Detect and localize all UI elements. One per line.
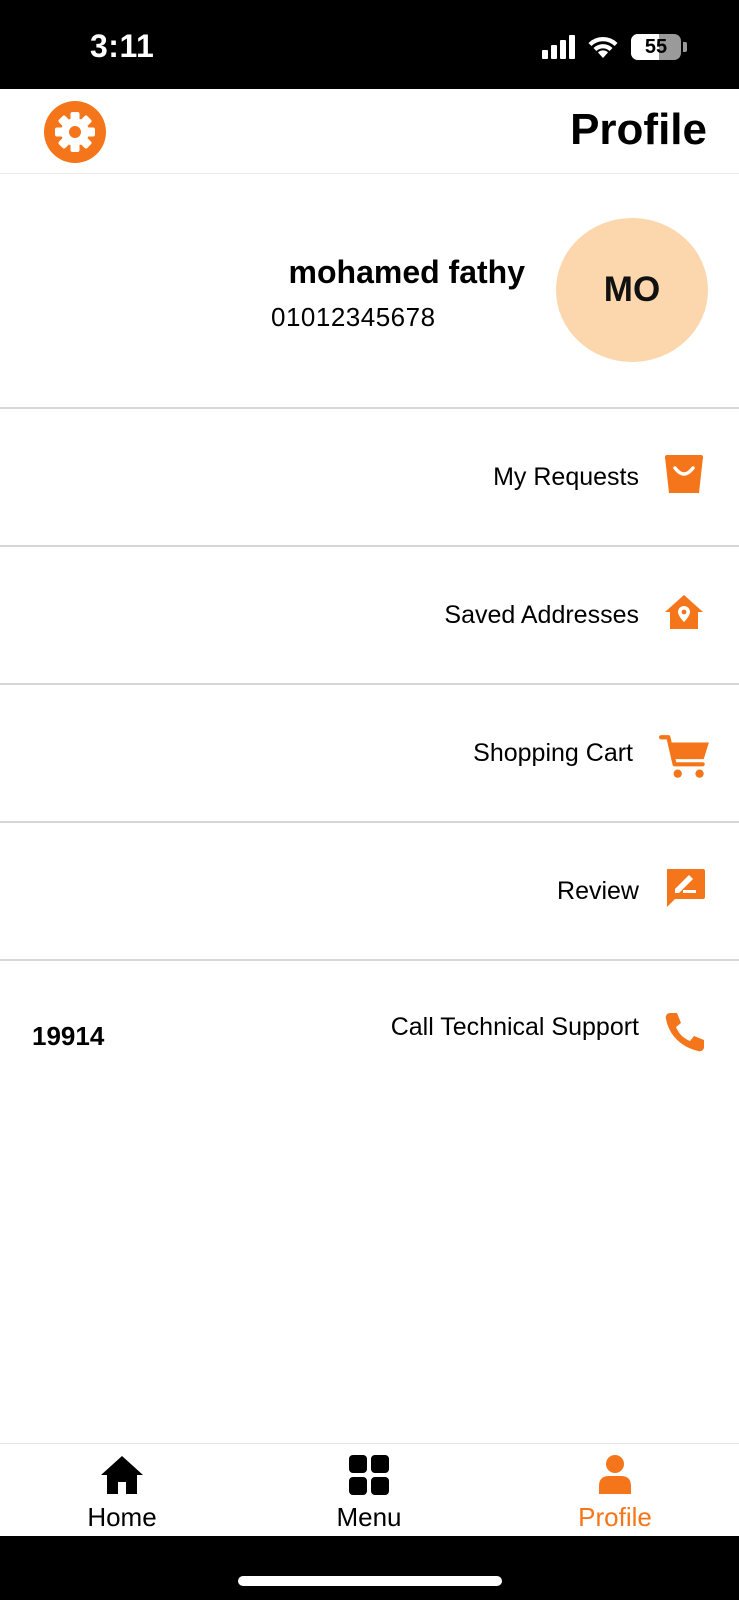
menu-item-label: Shopping Cart [473,739,633,767]
wifi-icon [588,36,618,58]
tab-label: Home [87,1502,157,1532]
menu-item-label: Saved Addresses [444,601,639,629]
support-number: 19914 [32,1021,105,1051]
grid-icon [349,1455,389,1495]
header: Profile [0,89,739,174]
gear-icon[interactable] [44,101,106,163]
menu-item-label: Review [557,877,639,905]
phone-icon [665,1013,704,1052]
user-phone: 01012345678 [271,302,436,332]
profile-card: mohamed fathy 01012345678 MO [0,174,739,409]
status-time: 3:11 [90,28,155,64]
shopping-bag-icon [665,455,703,493]
menu-item-saved-addresses[interactable]: Saved Addresses [0,547,739,685]
avatar-initials: MO [603,270,661,309]
tab-profile[interactable]: Profile [535,1454,695,1534]
home-indicator[interactable] [238,1576,502,1586]
cellular-signal-icon [542,35,575,59]
status-icons: 55 [542,32,687,62]
tab-home[interactable]: Home [42,1454,202,1534]
menu-item-call-support[interactable]: 19914 Call Technical Support [0,961,739,1099]
person-icon [599,1455,631,1494]
home-indicator-area [0,1536,739,1600]
user-name: mohamed fathy [288,254,525,290]
menu-item-label: My Requests [493,463,639,491]
avatar: MO [556,218,708,362]
battery-icon: 55 [631,34,681,60]
battery-tip [683,42,687,52]
tab-label: Profile [578,1502,652,1532]
menu-item-my-requests[interactable]: My Requests [0,409,739,547]
battery-percent: 55 [644,36,668,58]
profile-screen: 3:11 55 Profile mohamed fathy 0101234567… [0,0,739,1600]
page-title: Profile [570,105,707,154]
home-icon [101,1456,143,1494]
menu-item-label: Call Technical Support [390,1013,639,1041]
menu-item-shopping-cart[interactable]: Shopping Cart [0,685,739,823]
tab-label: Menu [336,1502,402,1532]
menu-item-review[interactable]: Review [0,823,739,961]
cart-icon [659,735,709,778]
home-location-icon [665,595,703,629]
tab-bar: Home Menu Profile [0,1443,739,1536]
status-bar: 3:11 55 [0,0,739,89]
tab-menu[interactable]: Menu [289,1454,449,1534]
review-edit-icon [667,869,705,907]
